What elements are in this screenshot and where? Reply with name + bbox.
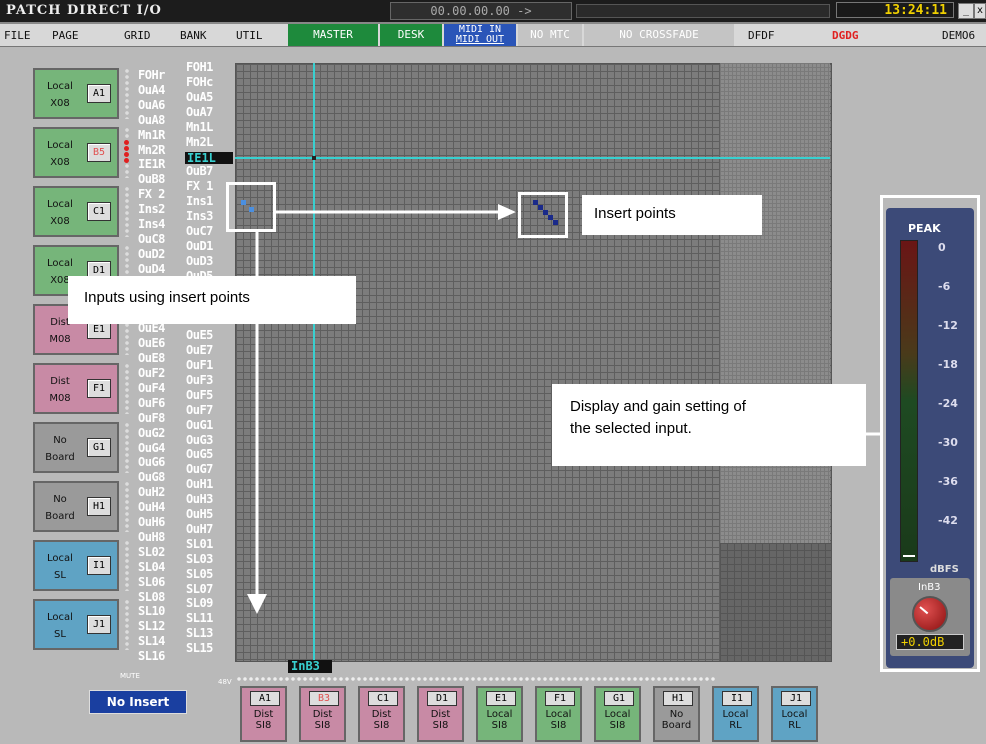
meter-scale-label: -18 — [938, 358, 958, 371]
board-line2: SI8 — [609, 720, 626, 731]
input-board-g1[interactable]: G1 Local SI8 — [594, 686, 641, 742]
peak-label: PEAK — [908, 222, 941, 235]
board-line1: Local — [486, 709, 513, 720]
board-type-label: Dist SI8 — [419, 709, 462, 731]
board-id[interactable]: E1 — [486, 691, 516, 706]
board-line2: RL — [729, 720, 742, 731]
board-line2: SI8 — [255, 720, 272, 731]
callout-insert-points: Insert points — [582, 195, 762, 235]
board-type-label: Local SI8 — [537, 709, 580, 731]
board-type-label: Local SI8 — [596, 709, 639, 731]
board-id[interactable]: J1 — [781, 691, 811, 706]
board-line1: Local — [545, 709, 572, 720]
callout-inputs-using: Inputs using insert points — [68, 276, 356, 324]
meter-scale-label: -24 — [938, 397, 958, 410]
gain-value-display: +0.0dB — [896, 634, 964, 650]
callout-display-gain: Display and gain setting of the selected… — [552, 384, 866, 466]
board-line1: Dist — [371, 709, 392, 720]
meter-scale-label: -6 — [938, 280, 951, 293]
board-line2: RL — [788, 720, 801, 731]
board-id[interactable]: I1 — [722, 691, 752, 706]
board-id[interactable]: G1 — [604, 691, 634, 706]
board-line2: SI8 — [491, 720, 508, 731]
knob-pointer — [919, 606, 929, 615]
board-id[interactable]: D1 — [427, 691, 457, 706]
board-id[interactable]: C1 — [368, 691, 398, 706]
board-id[interactable]: F1 — [545, 691, 575, 706]
board-type-label: Dist SI8 — [301, 709, 344, 731]
board-type-label: Local RL — [773, 709, 816, 731]
input-board-h1[interactable]: H1 No Board — [653, 686, 700, 742]
board-line1: Local — [722, 709, 749, 720]
annotation-arrows — [247, 204, 880, 614]
gain-channel-label: InB3 — [918, 582, 941, 593]
mute-label: MUTE — [120, 672, 140, 680]
level-indicator — [903, 555, 915, 557]
board-line2: SI8 — [550, 720, 567, 731]
input-board-e1[interactable]: E1 Local SI8 — [476, 686, 523, 742]
meter-scale-label: -30 — [938, 436, 958, 449]
meter-scale-label: -42 — [938, 514, 958, 527]
board-line2: Board — [661, 720, 692, 731]
input-board-i1[interactable]: I1 Local RL — [712, 686, 759, 742]
gain-knob[interactable] — [912, 596, 948, 632]
level-bar — [900, 240, 918, 562]
board-line1: Dist — [253, 709, 274, 720]
board-line1: Local — [604, 709, 631, 720]
board-id[interactable]: B3 — [309, 691, 339, 706]
board-type-label: Local RL — [714, 709, 757, 731]
meter-scale-label: -36 — [938, 475, 958, 488]
meter-scale-label: -12 — [938, 319, 958, 332]
board-type-label: Dist SI8 — [360, 709, 403, 731]
board-line2: SI8 — [314, 720, 331, 731]
dbfs-label: dBFS — [930, 564, 959, 575]
board-line1: Dist — [312, 709, 333, 720]
input-board-b3[interactable]: B3 Dist SI8 — [299, 686, 346, 742]
peak-meter-panel: PEAK 0 -6 -12 -18 -24 -30 -36 -42 dBFS InB3 +0.… — [886, 208, 974, 668]
gain-section: InB3 +0.0dB — [890, 578, 970, 656]
v48-label: 48V — [218, 678, 232, 686]
input-board-a1[interactable]: A1 Dist SI8 — [240, 686, 287, 742]
input-board-j1[interactable]: J1 Local RL — [771, 686, 818, 742]
board-id[interactable]: H1 — [663, 691, 693, 706]
board-type-label: No Board — [655, 709, 698, 731]
board-line2: SI8 — [373, 720, 390, 731]
input-board-d1[interactable]: D1 Dist SI8 — [417, 686, 464, 742]
board-line1: Local — [781, 709, 808, 720]
board-type-label: Dist SI8 — [242, 709, 285, 731]
board-line1: Dist — [430, 709, 451, 720]
board-id[interactable]: A1 — [250, 691, 280, 706]
insert-selector[interactable]: No Insert — [89, 690, 187, 714]
meter-scale-label: 0 — [938, 241, 946, 254]
input-board-c1[interactable]: C1 Dist SI8 — [358, 686, 405, 742]
board-line2: SI8 — [432, 720, 449, 731]
board-line1: No — [669, 709, 684, 720]
input-board-f1[interactable]: F1 Local SI8 — [535, 686, 582, 742]
phantom-power-dots — [236, 676, 716, 682]
board-type-label: Local SI8 — [478, 709, 521, 731]
